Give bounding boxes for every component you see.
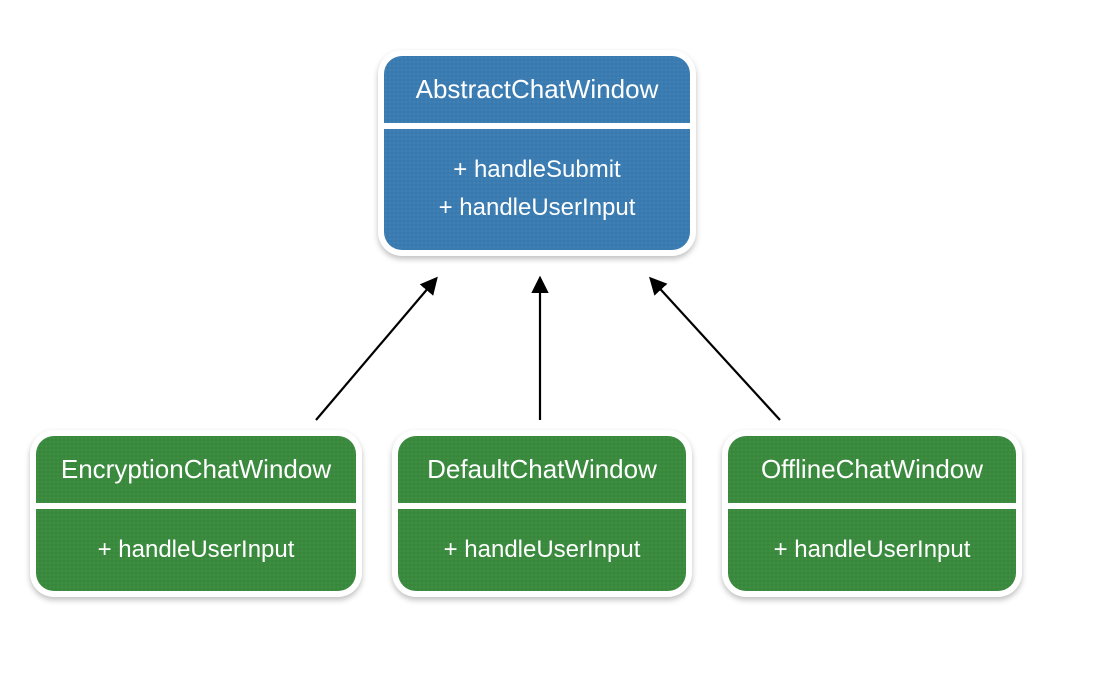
class-encryption-chat-window: EncryptionChatWindow + handleUserInput	[30, 430, 362, 597]
class-abstract-chat-window: AbstractChatWindow + handleSubmit + hand…	[378, 50, 696, 256]
class-method: + handleUserInput	[98, 531, 295, 569]
arrow-line	[316, 280, 435, 420]
class-methods: + handleUserInput	[398, 509, 686, 591]
class-methods: + handleUserInput	[36, 509, 356, 591]
class-title: OfflineChatWindow	[728, 436, 1016, 503]
class-title: DefaultChatWindow	[398, 436, 686, 503]
class-method: + handleUserInput	[439, 189, 636, 227]
class-title: EncryptionChatWindow	[36, 436, 356, 503]
class-default-chat-window: DefaultChatWindow + handleUserInput	[392, 430, 692, 597]
class-methods: + handleUserInput	[728, 509, 1016, 591]
class-method: + handleSubmit	[453, 151, 620, 189]
arrow-line	[652, 280, 780, 420]
class-method: + handleUserInput	[774, 531, 971, 569]
class-title: AbstractChatWindow	[384, 56, 690, 123]
class-methods: + handleSubmit + handleUserInput	[384, 129, 690, 250]
class-method: + handleUserInput	[444, 531, 641, 569]
class-offline-chat-window: OfflineChatWindow + handleUserInput	[722, 430, 1022, 597]
